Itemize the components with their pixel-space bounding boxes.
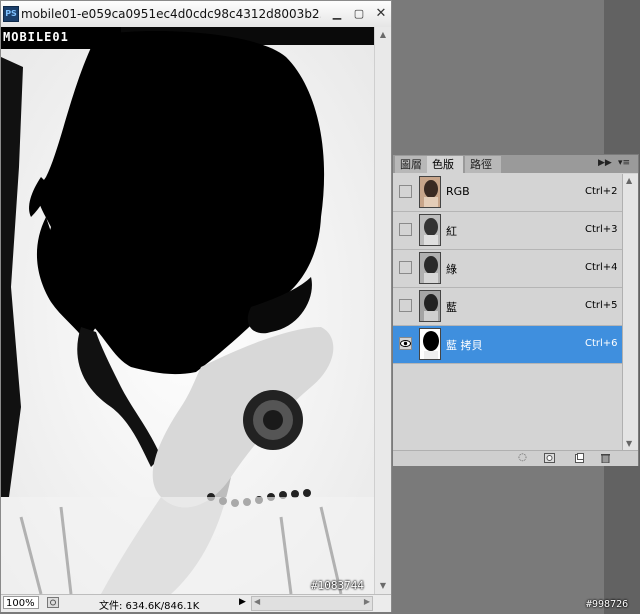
channel-thumbnail (419, 252, 441, 284)
visibility-toggle[interactable] (399, 223, 412, 236)
save-selection-icon[interactable] (544, 453, 555, 463)
load-selection-icon[interactable]: ◌ (517, 453, 528, 463)
eye-icon[interactable] (399, 337, 412, 350)
close-button[interactable]: ✕ (373, 6, 389, 21)
channel-name: 綠 (446, 263, 457, 276)
document-title: mobile01-e059ca0951ec4d0cdc98c4312d8003b… (21, 7, 321, 21)
status-menu-arrow-icon[interactable]: ▶ (239, 597, 246, 607)
visibility-toggle[interactable] (399, 261, 412, 274)
panel-tab-bar: 圖層 色版 路徑 ▶▶ ▾≡ (393, 155, 638, 173)
panel-footer: ◌ (393, 450, 638, 466)
channel-row-green[interactable]: 綠 Ctrl+4 (393, 250, 622, 288)
scroll-down-arrow-icon[interactable]: ▼ (626, 439, 632, 448)
photoshop-app-icon: PS (3, 6, 19, 22)
status-bar: 100% 文件: 634.6K/846.1K ▶ ◀ ▶ (1, 594, 391, 612)
visibility-toggle[interactable] (399, 185, 412, 198)
document-window: PS mobile01-e059ca0951ec4d0cdc98c4312d80… (0, 0, 392, 612)
photo-watermark: #1083744 (311, 579, 364, 592)
channel-name: 藍 (446, 301, 457, 314)
channel-name: RGB (446, 185, 470, 198)
tab-layers[interactable]: 圖層 (395, 156, 427, 173)
collapse-panel-icon[interactable]: ▶▶ (598, 158, 612, 168)
photo-image (1, 27, 374, 594)
channel-thumbnail (419, 328, 441, 360)
channel-shortcut: Ctrl+5 (585, 300, 618, 311)
scroll-right-arrow-icon[interactable]: ▶ (364, 597, 370, 606)
channel-shortcut: Ctrl+2 (585, 186, 618, 197)
channel-thumbnail (419, 176, 441, 208)
horizontal-scrollbar[interactable]: ◀ ▶ (251, 596, 373, 611)
status-info-icon[interactable] (47, 597, 59, 608)
panel-menu-icon[interactable]: ▾≡ (618, 158, 630, 168)
scroll-up-arrow-icon[interactable]: ▲ (626, 176, 632, 185)
new-channel-icon[interactable] (574, 453, 585, 463)
channel-row-red[interactable]: 紅 Ctrl+3 (393, 212, 622, 250)
channel-row-rgb[interactable]: RGB Ctrl+2 (393, 174, 622, 212)
channel-name: 藍 拷貝 (446, 339, 483, 352)
channel-row-blue[interactable]: 藍 Ctrl+5 (393, 288, 622, 326)
scroll-up-arrow-icon[interactable]: ▲ (377, 29, 389, 41)
vertical-scrollbar[interactable]: ▲ ▼ (374, 27, 391, 594)
channel-name: 紅 (446, 225, 457, 238)
channel-shortcut: Ctrl+4 (585, 262, 618, 273)
scroll-left-arrow-icon[interactable]: ◀ (254, 597, 260, 606)
page-watermark: #998726 (586, 599, 629, 610)
delete-channel-icon[interactable] (600, 453, 611, 464)
document-titlebar[interactable]: PS mobile01-e059ca0951ec4d0cdc98c4312d80… (1, 1, 391, 28)
channels-panel: 圖層 色版 路徑 ▶▶ ▾≡ RGB Ctrl+2 紅 Ctrl+3 綠 Ctr… (392, 154, 639, 466)
channel-shortcut: Ctrl+3 (585, 224, 618, 235)
channel-thumbnail (419, 214, 441, 246)
zoom-level-field[interactable]: 100% (3, 596, 39, 609)
channel-thumbnail (419, 290, 441, 322)
tab-paths[interactable]: 路徑 (465, 156, 501, 173)
channel-row-blue-copy[interactable]: 藍 拷貝 Ctrl+6 (393, 326, 622, 364)
document-size-info: 文件: 634.6K/846.1K (99, 601, 200, 612)
channel-shortcut: Ctrl+6 (585, 338, 618, 349)
mobile01-logo: MOBILE01 (3, 30, 69, 44)
scroll-down-arrow-icon[interactable]: ▼ (377, 580, 389, 592)
panel-scrollbar[interactable]: ▲ ▼ (622, 174, 638, 450)
image-canvas[interactable]: MOBILE01 #1083744 (1, 27, 374, 594)
channel-list: RGB Ctrl+2 紅 Ctrl+3 綠 Ctrl+4 藍 Ctrl+5 藍 … (393, 174, 622, 364)
tab-channels[interactable]: 色版 (427, 156, 463, 173)
minimize-button[interactable]: ▁ (329, 6, 345, 21)
visibility-toggle[interactable] (399, 299, 412, 312)
maximize-button[interactable]: ▢ (351, 6, 367, 21)
